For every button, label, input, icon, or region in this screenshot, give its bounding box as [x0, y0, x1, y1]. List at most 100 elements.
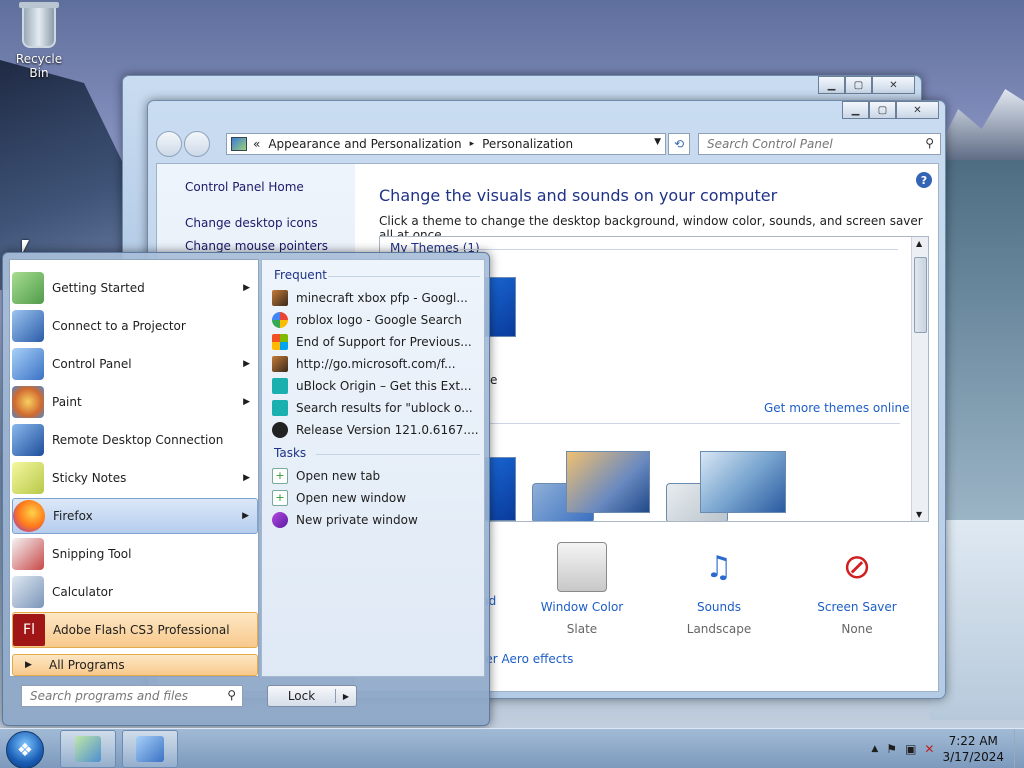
sounds-label: Sounds: [696, 600, 742, 614]
task-new-private-window[interactable]: New private window: [272, 512, 482, 528]
sidebar-change-mouse-pointers[interactable]: Change mouse pointers: [185, 239, 328, 253]
forward-button[interactable]: [184, 131, 210, 157]
program-firefox[interactable]: Firefox ▶: [12, 498, 258, 534]
network-icon[interactable]: ▣: [905, 742, 916, 756]
close-icon[interactable]: ✕: [872, 76, 915, 94]
program-label: Calculator: [52, 585, 113, 599]
program-label: Paint: [52, 395, 82, 409]
chevron-right-icon[interactable]: ▶: [336, 692, 356, 701]
search-icon[interactable]: ⚲: [925, 136, 934, 150]
start-button[interactable]: ❖: [6, 731, 44, 768]
program-paint[interactable]: Paint ▶: [12, 384, 258, 420]
address-bar[interactable]: « Appearance and Personalization ▸ Perso…: [226, 133, 666, 155]
start-menu: Getting Started ▶ Connect to a Projector …: [2, 252, 490, 726]
themes-scrollbar[interactable]: ▲ ▼: [911, 237, 928, 521]
frequent-item[interactable]: Release Version 121.0.6167....: [272, 422, 482, 438]
search-icon[interactable]: ⚲: [227, 688, 236, 702]
all-programs-button[interactable]: ▶ All Programs: [12, 654, 258, 676]
control-panel-icon: [12, 348, 44, 380]
get-more-themes-link[interactable]: Get more themes online: [764, 401, 910, 415]
program-getting-started[interactable]: Getting Started ▶: [12, 270, 258, 306]
chevron-right-icon[interactable]: ▶: [243, 473, 250, 483]
google-icon: [272, 312, 288, 328]
frequent-item[interactable]: uBlock Origin – Get this Ext...: [272, 378, 482, 394]
program-connect-projector[interactable]: Connect to a Projector: [12, 308, 258, 344]
volume-muted-icon[interactable]: ✕: [924, 742, 934, 756]
github-icon: [272, 422, 288, 438]
screen-saver-icon: ⊘: [842, 547, 872, 587]
program-calculator[interactable]: Calculator: [12, 574, 258, 610]
firefox-jump-list: Frequent minecraft xbox pfp - Googl... r…: [261, 259, 485, 677]
paint-icon: [12, 386, 44, 418]
theme-thumbnail[interactable]: [700, 451, 786, 513]
show-desktop-button[interactable]: [1014, 729, 1024, 768]
clock-date: 3/17/2024: [942, 750, 1004, 764]
close-icon[interactable]: ✕: [896, 101, 939, 119]
sounds-item[interactable]: ♫ Sounds Landscape: [664, 542, 774, 637]
frequent-item[interactable]: Search results for "ublock o...: [272, 400, 482, 416]
flag-icon[interactable]: ⚑: [886, 742, 897, 756]
sidebar-change-desktop-icons[interactable]: Change desktop icons: [185, 216, 318, 230]
breadcrumb-appearance[interactable]: Appearance and Personalization: [268, 137, 461, 151]
program-snipping-tool[interactable]: Snipping Tool: [12, 536, 258, 572]
scroll-thumb[interactable]: [914, 257, 927, 333]
snipping-tool-icon: [12, 538, 44, 570]
chevron-right-icon[interactable]: ▶: [243, 283, 250, 293]
firefox-page-icon: [272, 290, 288, 306]
chevron-down-icon[interactable]: ▼: [654, 137, 661, 147]
program-label: Firefox: [53, 509, 93, 523]
chevron-up-icon[interactable]: ▲: [871, 744, 878, 754]
help-icon[interactable]: ?: [916, 172, 932, 188]
puzzle-icon: [272, 378, 288, 394]
program-remote-desktop[interactable]: Remote Desktop Connection: [12, 422, 258, 458]
minimize-icon[interactable]: ▁: [818, 76, 845, 94]
window-color-item[interactable]: Window Color Slate: [527, 542, 637, 636]
search-input[interactable]: Search Control Panel ⚲: [698, 133, 941, 155]
task-open-new-tab[interactable]: + Open new tab: [272, 468, 482, 484]
address-overflow[interactable]: «: [253, 137, 260, 151]
minimize-icon[interactable]: ▁: [842, 101, 869, 119]
frequent-item-label: roblox logo - Google Search: [296, 313, 462, 327]
task-open-new-window[interactable]: + Open new window: [272, 490, 482, 506]
chevron-right-icon[interactable]: ▶: [243, 359, 250, 369]
frequent-header: Frequent: [274, 268, 327, 282]
start-search-input[interactable]: Search programs and files ⚲: [21, 685, 243, 707]
scroll-up-icon[interactable]: ▲: [916, 239, 922, 248]
frequent-item[interactable]: roblox logo - Google Search: [272, 312, 482, 328]
puzzle-icon: [272, 400, 288, 416]
window-buttons: ▁ ▢ ✕: [842, 101, 939, 119]
scroll-down-icon[interactable]: ▼: [916, 510, 922, 519]
recycle-bin[interactable]: Recycle Bin: [6, 2, 72, 80]
maximize-icon[interactable]: ▢: [845, 76, 872, 94]
refresh-icon[interactable]: ⟲: [668, 133, 690, 155]
taskbar-explorer-button[interactable]: [60, 730, 116, 768]
frequent-item[interactable]: End of Support for Previous...: [272, 334, 482, 350]
chevron-right-icon[interactable]: ▶: [243, 397, 250, 407]
breadcrumb-personalization[interactable]: Personalization: [482, 137, 573, 151]
program-adobe-flash[interactable]: Fl Adobe Flash CS3 Professional: [12, 612, 258, 648]
chevron-right-icon[interactable]: ▶: [242, 511, 249, 521]
breadcrumb-separator[interactable]: ▸: [470, 139, 475, 149]
system-tray: ▲ ⚑ ▣ ✕ 7:22 AM 3/17/2024: [871, 729, 1024, 768]
program-sticky-notes[interactable]: Sticky Notes ▶: [12, 460, 258, 496]
frequent-item[interactable]: http://go.microsoft.com/f...: [272, 356, 482, 372]
private-window-icon: [272, 512, 288, 528]
frequent-divider: [328, 276, 480, 277]
frequent-item[interactable]: minecraft xbox pfp - Googl...: [272, 290, 482, 306]
sidebar-control-panel-home[interactable]: Control Panel Home: [185, 180, 304, 194]
taskbar-control-panel-button[interactable]: [122, 730, 178, 768]
theme-thumbnail[interactable]: [566, 451, 650, 513]
screen-saver-item[interactable]: ⊘ Screen Saver None: [802, 542, 912, 636]
screen-saver-value: None: [841, 622, 873, 636]
frequent-item-label: http://go.microsoft.com/f...: [296, 357, 456, 371]
clock[interactable]: 7:22 AM 3/17/2024: [942, 733, 1004, 765]
program-control-panel[interactable]: Control Panel ▶: [12, 346, 258, 382]
lock-label[interactable]: Lock: [268, 689, 336, 703]
maximize-icon[interactable]: ▢: [869, 101, 896, 119]
themes-divider: [460, 249, 898, 250]
lock-button[interactable]: Lock ▶: [267, 685, 357, 707]
theme-label: e: [490, 373, 498, 387]
search-placeholder: Search Control Panel: [707, 137, 833, 151]
back-button[interactable]: [156, 131, 182, 157]
sticky-notes-icon: [12, 462, 44, 494]
